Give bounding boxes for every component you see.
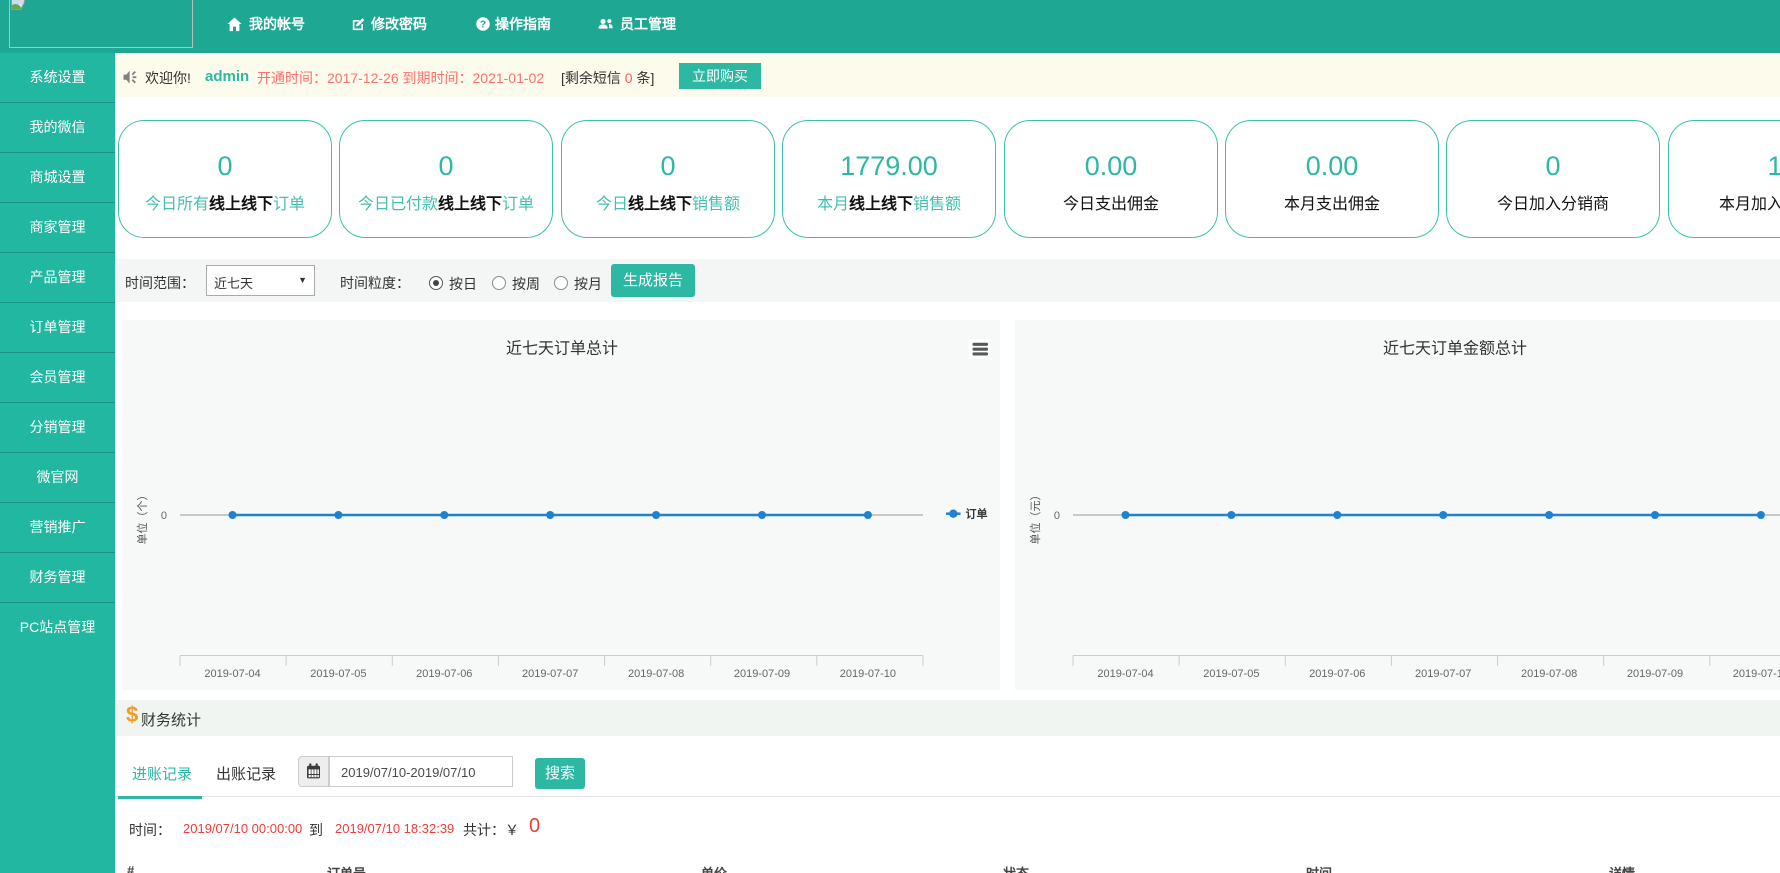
svg-text:2019-07-05: 2019-07-05	[310, 668, 366, 680]
svg-text:2019-07-08: 2019-07-08	[628, 668, 684, 680]
svg-text:2019-07-04: 2019-07-04	[204, 668, 260, 680]
svg-text:2019-07-05: 2019-07-05	[1203, 668, 1259, 680]
svg-text:2019-07-04: 2019-07-04	[1097, 668, 1153, 680]
svg-text:订单: 订单	[966, 507, 988, 521]
svg-text:近七天订单总计: 近七天订单总计	[506, 340, 618, 358]
svg-text:单位（元）: 单位（元）	[1028, 490, 1042, 545]
svg-text:2019-07-09: 2019-07-09	[1627, 668, 1683, 680]
svg-text:2019-07-08: 2019-07-08	[1521, 668, 1577, 680]
svg-text:近七天订单金额总计: 近七天订单金额总计	[1383, 340, 1527, 358]
svg-text:2019-07-09: 2019-07-09	[734, 668, 790, 680]
svg-text:2019-07-07: 2019-07-07	[1415, 668, 1471, 680]
svg-text:2019-07-07: 2019-07-07	[522, 668, 578, 680]
svg-text:2019-07-06: 2019-07-06	[1309, 668, 1365, 680]
svg-text:0: 0	[161, 510, 167, 522]
svg-text:0: 0	[1054, 510, 1060, 522]
svg-text:2019-07-06: 2019-07-06	[416, 668, 472, 680]
svg-text:?: ?	[480, 20, 486, 31]
svg-text:2019-07-10: 2019-07-10	[1733, 668, 1780, 680]
svg-text:单位（个）: 单位（个）	[135, 490, 149, 545]
svg-text:2019-07-10: 2019-07-10	[840, 668, 896, 680]
